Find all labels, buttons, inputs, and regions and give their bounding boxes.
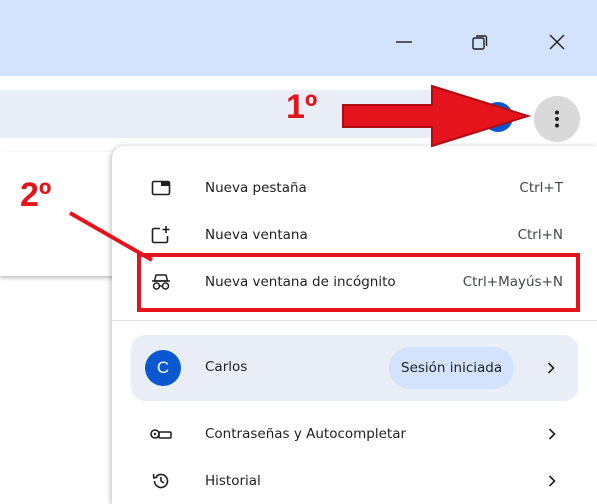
more-vert-icon xyxy=(555,110,559,128)
avatar: C xyxy=(145,350,181,386)
menu-item-history[interactable]: Historial xyxy=(112,458,597,504)
minimize-icon xyxy=(396,41,412,43)
menu-item-shortcut: Ctrl+N xyxy=(517,227,563,243)
close-icon xyxy=(549,34,565,50)
menu-divider xyxy=(112,320,597,321)
customize-menu-button[interactable] xyxy=(534,96,580,142)
minimize-button[interactable] xyxy=(384,22,424,62)
title-bar xyxy=(0,0,597,76)
toolbar-profile-avatar[interactable]: C xyxy=(483,102,513,132)
new-tab-icon xyxy=(148,175,174,201)
annotation-highlight-box xyxy=(137,253,580,312)
page-panel xyxy=(0,152,118,276)
restore-icon xyxy=(472,35,488,50)
chrome-menu: Nueva pestaña Ctrl+T Nueva ventana Ctrl+… xyxy=(112,146,597,504)
chevron-right-icon xyxy=(548,475,556,487)
annotation-step-2: 2º xyxy=(20,176,52,214)
menu-item-label: Nueva pestaña xyxy=(205,180,307,196)
profile-name: Carlos xyxy=(205,359,248,375)
menu-item-passwords[interactable]: Contraseñas y Autocompletar xyxy=(112,411,597,457)
menu-item-label: Historial xyxy=(205,473,261,489)
status-badge[interactable]: Sesión iniciada xyxy=(389,347,515,389)
star-icon[interactable] xyxy=(400,104,424,128)
history-icon xyxy=(148,468,174,494)
close-button[interactable] xyxy=(537,22,577,62)
chevron-right-icon xyxy=(547,362,555,374)
menu-item-new-tab[interactable]: Nueva pestaña Ctrl+T xyxy=(112,165,597,211)
restore-button[interactable] xyxy=(460,22,500,62)
chevron-right-icon xyxy=(548,428,556,440)
menu-item-shortcut: Ctrl+T xyxy=(519,180,563,196)
menu-item-label: Nueva ventana xyxy=(205,227,308,243)
menu-item-label: Contraseñas y Autocompletar xyxy=(205,426,407,442)
address-bar[interactable] xyxy=(0,90,456,138)
menu-item-new-window[interactable]: Nueva ventana Ctrl+N xyxy=(112,212,597,258)
annotation-step-1: 1º xyxy=(286,88,318,126)
key-icon xyxy=(148,421,174,447)
new-window-icon xyxy=(148,222,174,248)
profile-row[interactable]: C Carlos Sesión iniciada xyxy=(131,335,578,401)
